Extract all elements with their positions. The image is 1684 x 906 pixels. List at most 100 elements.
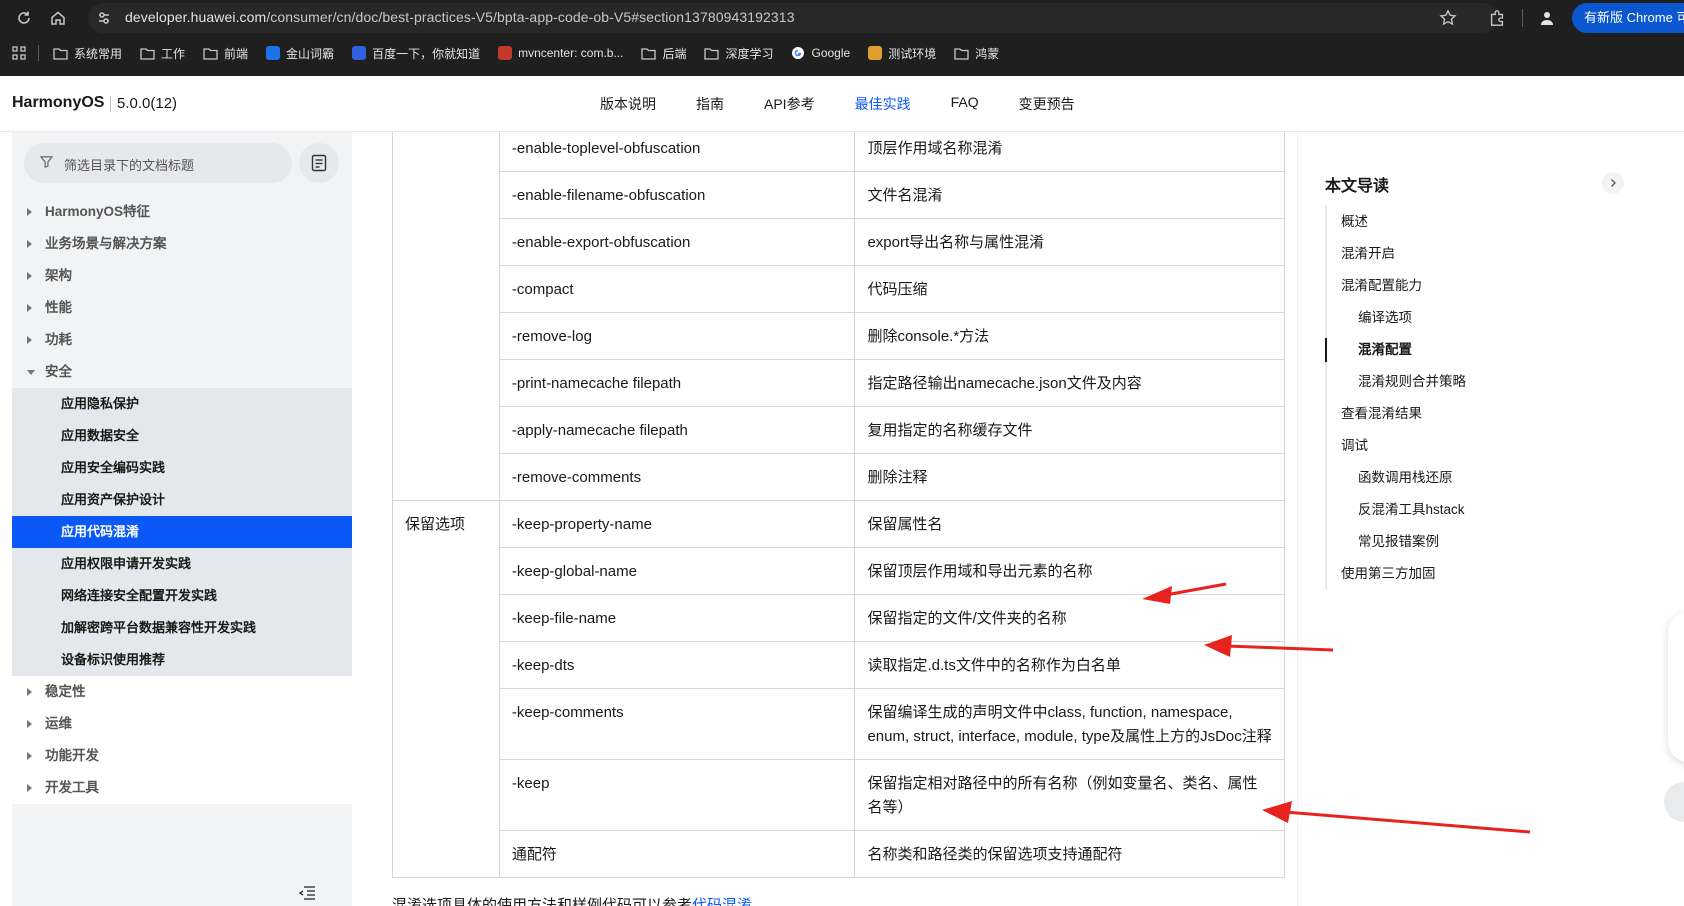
- nav-item-3[interactable]: 最佳实践: [855, 94, 911, 114]
- folder-icon: [203, 47, 218, 60]
- sidebar-subitem[interactable]: 应用数据安全: [12, 420, 352, 452]
- bookmark-star-icon[interactable]: [1437, 7, 1459, 29]
- home-icon[interactable]: [46, 6, 70, 30]
- toc-item[interactable]: 反混淆工具hstack: [1327, 494, 1466, 526]
- bookmark-item[interactable]: 测试环境: [868, 45, 936, 62]
- sidebar-subitem[interactable]: 应用代码混淆: [12, 516, 352, 548]
- toc-item[interactable]: 混淆配置能力: [1327, 270, 1466, 302]
- bookmark-label: 工作: [161, 46, 186, 61]
- extensions-icon[interactable]: [1486, 7, 1508, 29]
- table-row: -remove-log 删除console.*方法: [393, 312, 1285, 360]
- iciba-icon: [266, 46, 281, 60]
- code-obfuscation-link[interactable]: 代码混淆: [692, 897, 752, 906]
- collapse-sidebar-icon[interactable]: [298, 885, 316, 906]
- table-row: 保留选项 -keep-property-name 保留属性名: [392, 500, 1285, 878]
- bookmark-label: Google: [811, 46, 851, 60]
- sidebar-subitem[interactable]: 设备标识使用推荐: [12, 644, 352, 676]
- nav-item-4[interactable]: FAQ: [951, 94, 979, 114]
- table-row: -enable-export-obfuscation export导出名称与属性混…: [393, 218, 1285, 266]
- toc-item[interactable]: 查看混淆结果: [1327, 398, 1466, 430]
- bookmark-item[interactable]: 前端: [203, 45, 248, 62]
- table-row: -keep-dts 读取指定.d.ts文件中的名称作为白名单: [393, 641, 1285, 689]
- toc-item[interactable]: 函数调用栈还原: [1327, 462, 1466, 494]
- toc-item[interactable]: 概述: [1327, 206, 1466, 238]
- nav-item-2[interactable]: API参考: [764, 94, 815, 114]
- sidebar-item-label: 业务场景与解决方案: [45, 236, 167, 251]
- description-cell: 名称类和路径类的保留选项支持通配符: [854, 830, 1285, 878]
- toolbar-divider: [1522, 9, 1523, 27]
- bookmark-item[interactable]: 后端: [641, 45, 686, 62]
- sidebar-subitem[interactable]: 网络连接安全配置开发实践: [12, 580, 352, 612]
- sidebar-item[interactable]: 安全: [12, 356, 352, 388]
- toc-item[interactable]: 混淆配置: [1325, 334, 1466, 366]
- sidebar-bottom-items: 稳定性运维 功能开发 开发工具: [12, 676, 352, 804]
- option-cell: -keep-comments: [498, 688, 856, 760]
- back-to-top-button[interactable]: [1664, 782, 1684, 822]
- sidebar-subitem[interactable]: 应用权限申请开发实践: [12, 548, 352, 580]
- sidebar-item[interactable]: HarmonyOS特征: [12, 196, 352, 228]
- obfuscation-options-table: -enable-toplevel-obfuscation 顶层作用域名称混淆 -en…: [392, 132, 1285, 878]
- sidebar-item[interactable]: 稳定性: [12, 676, 352, 708]
- nav-item-0[interactable]: 版本说明: [600, 94, 656, 114]
- bookmark-item[interactable]: 百度一下，你就知道: [352, 45, 480, 62]
- sidebar-item[interactable]: 业务场景与解决方案: [12, 228, 352, 260]
- sidebar-subitem[interactable]: 加解密跨平台数据兼容性开发实践: [12, 612, 352, 644]
- profile-icon[interactable]: [1535, 6, 1559, 30]
- option-cell: 通配符: [498, 830, 856, 878]
- table-row: -enable-filename-obfuscation 文件名混淆: [393, 171, 1285, 219]
- sidebar-subitem[interactable]: 应用隐私保护: [12, 388, 352, 420]
- sidebar-item[interactable]: 架构: [12, 260, 352, 292]
- caret-right-icon: [27, 272, 32, 280]
- sidebar-item-label: 稳定性: [45, 684, 86, 699]
- version-selector[interactable]: 5.0.0(12): [117, 95, 177, 112]
- sidebar-subitem[interactable]: 应用资产保护设计: [12, 484, 352, 516]
- toc-item[interactable]: 常见报错案例: [1327, 526, 1466, 558]
- sidebar-item[interactable]: 开发工具: [12, 772, 352, 804]
- site-info-icon[interactable]: [94, 8, 114, 28]
- doc-tree: HarmonyOS特征业务场景与解决方案架构 性能 功耗 安全 应用隐私保护 应用数据安全…: [12, 196, 352, 804]
- reload-icon[interactable]: [12, 6, 36, 30]
- apps-icon[interactable]: [12, 46, 26, 60]
- toc-item[interactable]: 调试: [1327, 430, 1466, 462]
- sidebar-item[interactable]: 运维: [12, 708, 352, 740]
- bookmark-item[interactable]: 系统常用: [53, 45, 122, 62]
- toc-item[interactable]: 混淆开启: [1327, 238, 1466, 270]
- sidebar-item[interactable]: 性能: [12, 292, 352, 324]
- description-cell: 复用指定的名称缓存文件: [854, 406, 1285, 454]
- table-row: -enable-toplevel-obfuscation 顶层作用域名称混淆: [392, 132, 1285, 501]
- filter-icon: [39, 155, 54, 173]
- nav-item-5[interactable]: 变更预告: [1019, 94, 1075, 114]
- toc-item[interactable]: 混淆规则合并策略: [1327, 366, 1466, 398]
- sidebar-item[interactable]: 功能开发: [12, 740, 352, 772]
- description-cell: 保留属性名: [854, 500, 1285, 548]
- option-cell: -enable-toplevel-obfuscation: [498, 132, 856, 172]
- toc-collapse-icon[interactable]: [1602, 172, 1624, 194]
- description-cell: 顶层作用域名称混淆: [854, 132, 1285, 172]
- description-cell: 指定路径输出namecache.json文件及内容: [854, 359, 1285, 407]
- filter-placeholder: 筛选目录下的文档标题: [64, 158, 195, 173]
- bookmark-item[interactable]: 金山词霸: [266, 45, 334, 62]
- bookmark-item[interactable]: 工作: [140, 45, 185, 62]
- sidebar-item[interactable]: 功耗: [12, 324, 352, 356]
- bookmark-label: 测试环境: [888, 46, 937, 61]
- bookmark-item[interactable]: 深度学习: [704, 45, 773, 62]
- option-cell: -print-namecache filepath: [498, 359, 856, 407]
- url-text[interactable]: developer.huawei.com/consumer/cn/doc/bes…: [125, 9, 795, 25]
- nav-item-1[interactable]: 指南: [696, 94, 724, 114]
- update-chrome-button[interactable]: 有新版 Chrome 可: [1572, 3, 1684, 33]
- toc-title: 本文导读: [1325, 178, 1390, 195]
- bookmark-item[interactable]: Google: [791, 46, 850, 60]
- article-content: -enable-toplevel-obfuscation 顶层作用域名称混淆 -en…: [352, 132, 1297, 906]
- sidebar-subitem[interactable]: 应用安全编码实践: [12, 452, 352, 484]
- bookmark-item[interactable]: 鸿蒙: [954, 45, 999, 62]
- bookmark-label: 鸿蒙: [975, 46, 1000, 61]
- floating-toolbar[interactable]: [1668, 612, 1684, 762]
- filter-input[interactable]: 筛选目录下的文档标题: [24, 143, 292, 183]
- toc-item[interactable]: 使用第三方加固: [1327, 558, 1466, 590]
- catalog-icon[interactable]: [299, 143, 339, 183]
- toc-item[interactable]: 编译选项: [1327, 302, 1466, 334]
- brand-logo[interactable]: HarmonyOS: [12, 94, 104, 112]
- description-cell: 读取指定.d.ts文件中的名称作为白名单: [854, 641, 1285, 689]
- bookmark-item[interactable]: mvncenter: com.b...: [498, 46, 623, 60]
- table-row: -keep-comments 保留编译生成的声明文件中class, functio…: [393, 688, 1285, 760]
